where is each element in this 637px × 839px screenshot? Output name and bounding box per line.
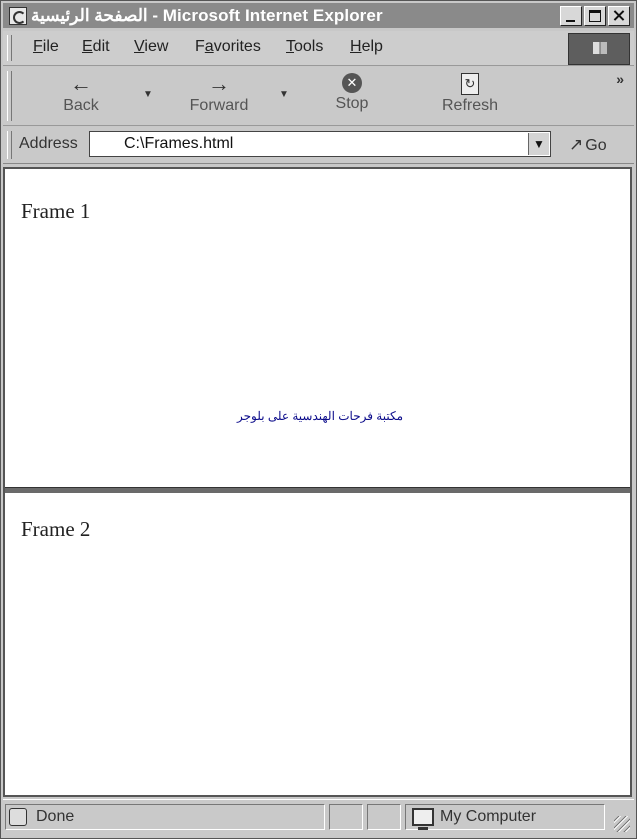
- toolbar-overflow-chevron[interactable]: »: [616, 71, 624, 87]
- menu-view-accel: V: [134, 38, 145, 55]
- minimize-button[interactable]: [560, 6, 582, 26]
- watermark-text: مكتبة فرحات الهندسية على بلوجر: [237, 409, 404, 423]
- back-dropdown-arrow[interactable]: ▼: [143, 89, 153, 100]
- status-cell-progress: [329, 804, 363, 830]
- refresh-label: Refresh: [441, 97, 499, 114]
- menu-bar: File Edit View Favorites Tools Help: [3, 31, 634, 66]
- zone-text: My Computer: [440, 808, 537, 825]
- menu-favorites-accel: a: [204, 38, 214, 55]
- page-done-icon: [9, 808, 27, 826]
- menu-help-accel: H: [350, 38, 362, 55]
- addressbar-grip[interactable]: [7, 131, 12, 159]
- menu-view-label: iew: [144, 38, 169, 55]
- address-dropdown-button[interactable]: ▼: [528, 133, 549, 155]
- window-title: الصفحة الرئيسية - Microsoft Internet Exp…: [31, 6, 383, 25]
- refresh-button[interactable]: ↻ Refresh: [437, 73, 503, 115]
- back-button[interactable]: ← Back: [53, 73, 109, 115]
- window-controls: [558, 6, 630, 26]
- menu-file[interactable]: File: [33, 38, 59, 56]
- menu-edit-accel: E: [82, 38, 93, 55]
- menu-view[interactable]: View: [134, 38, 168, 56]
- menu-tools-accel: T: [286, 38, 294, 55]
- menu-help-label: elp: [361, 38, 383, 55]
- arrow-right-icon: →: [208, 71, 230, 96]
- menu-favorites-pre: F: [195, 38, 205, 55]
- status-cell-security: [367, 804, 401, 830]
- maximize-button[interactable]: [584, 6, 606, 26]
- stop-icon: ✕: [342, 73, 362, 93]
- status-text: Done: [36, 808, 75, 825]
- menu-edit[interactable]: Edit: [82, 38, 110, 56]
- stop-label: Stop: [335, 95, 369, 112]
- toolbar-grip[interactable]: [7, 71, 12, 121]
- forward-button[interactable]: → Forward: [181, 73, 257, 115]
- address-bar: Address ▼ ↗Go: [3, 127, 634, 164]
- address-label: Address: [19, 135, 78, 152]
- standard-toolbar: ← Back ▼ → Forward ▼ ✕ Stop ↻ Refresh »: [3, 67, 634, 126]
- menu-tools-label: ools: [294, 38, 324, 55]
- page-content: Frame 1 مكتبة فرحات الهندسية على بلوجر F…: [3, 167, 632, 797]
- address-input[interactable]: [124, 135, 514, 153]
- close-button[interactable]: [608, 6, 630, 26]
- menu-file-label: ile: [42, 38, 59, 55]
- frame-2: Frame 2: [5, 493, 630, 795]
- menubar-grip[interactable]: [7, 35, 12, 61]
- resize-grip[interactable]: [614, 816, 630, 832]
- forward-label: Forward: [189, 97, 249, 114]
- frame-1: Frame 1 مكتبة فرحات الهندسية على بلوجر: [5, 169, 630, 487]
- address-combo[interactable]: ▼: [89, 131, 551, 157]
- frame-2-heading: Frame 2: [21, 517, 91, 541]
- windows-logo-throbber: [568, 33, 630, 65]
- ie-app-icon[interactable]: [9, 7, 27, 25]
- menu-favorites-label: vorites: [213, 38, 261, 55]
- arrow-left-icon: ←: [70, 71, 92, 96]
- menu-favorites[interactable]: Favorites: [195, 38, 261, 56]
- go-arrow-icon: ↗: [569, 135, 584, 154]
- status-pane: Done: [5, 804, 325, 830]
- menu-file-accel: F: [33, 38, 43, 55]
- menu-tools[interactable]: Tools: [286, 38, 323, 56]
- my-computer-icon: [412, 808, 434, 830]
- title-bar: الصفحة الرئيسية - Microsoft Internet Exp…: [3, 3, 634, 28]
- security-zone: My Computer: [405, 804, 605, 830]
- forward-dropdown-arrow[interactable]: ▼: [279, 89, 289, 100]
- stop-button[interactable]: ✕ Stop: [329, 73, 375, 113]
- back-label: Back: [63, 97, 99, 114]
- browser-window: الصفحة الرئيسية - Microsoft Internet Exp…: [0, 0, 637, 839]
- go-label: Go: [585, 137, 607, 154]
- menu-edit-label: dit: [92, 38, 110, 55]
- windows-flag-icon: [593, 42, 607, 54]
- status-bar: Done My Computer: [3, 799, 634, 836]
- refresh-icon: ↻: [461, 73, 479, 95]
- go-button[interactable]: ↗ Go: [569, 135, 607, 155]
- menu-help[interactable]: Help: [350, 38, 383, 56]
- frame-1-heading: Frame 1: [21, 199, 91, 223]
